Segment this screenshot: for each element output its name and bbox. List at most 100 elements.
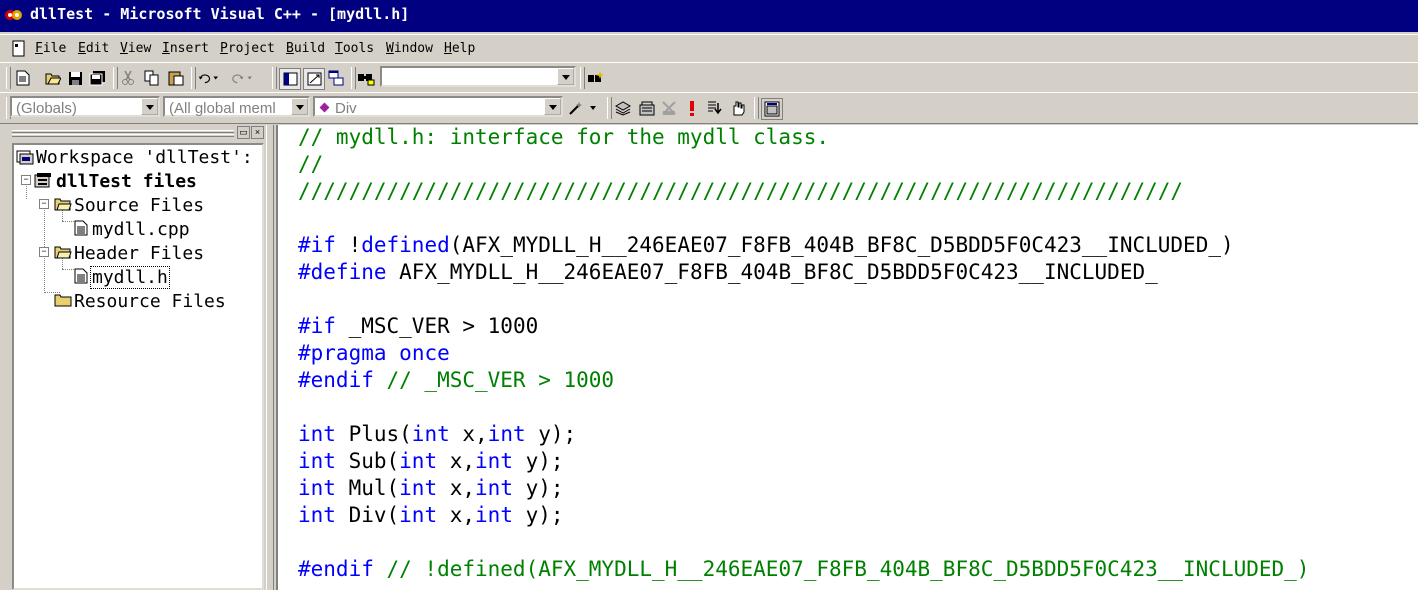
code-keyword: int xyxy=(475,503,513,527)
menu-help[interactable]: Help xyxy=(444,41,475,56)
redo-button[interactable] xyxy=(232,68,252,88)
go-icon xyxy=(708,101,722,115)
source-file-label[interactable]: mydll.cpp xyxy=(92,219,190,240)
menu-view[interactable]: View xyxy=(120,41,151,56)
chevron-down-icon[interactable] xyxy=(557,68,574,85)
restore-icon[interactable]: ▭ xyxy=(237,126,250,139)
editor-margin[interactable] xyxy=(278,125,296,590)
workspace-toggle-button[interactable] xyxy=(279,68,301,90)
code-line[interactable]: #if _MSC_VER > 1000 xyxy=(298,314,538,338)
code-text: y); xyxy=(512,476,564,500)
execute-icon xyxy=(690,101,694,116)
find-in-files-button[interactable] xyxy=(356,68,376,88)
go-button[interactable] xyxy=(704,98,724,118)
filter-combo[interactable]: (All global meml xyxy=(163,96,310,117)
save-all-icon xyxy=(89,71,105,86)
code-line[interactable]: int Mul(int x,int y); xyxy=(298,476,564,500)
workspace-pane: ▭ × Workspace 'dllTest': − dllTest files… xyxy=(8,125,266,590)
paste-button[interactable] xyxy=(166,68,186,88)
undo-button[interactable] xyxy=(198,68,218,88)
undo-icon xyxy=(198,74,218,84)
class-wizard-icon xyxy=(764,101,780,117)
paste-icon xyxy=(168,71,184,86)
code-line[interactable]: // mydll.h: interface for the mydll clas… xyxy=(298,125,829,149)
header-folder-label[interactable]: Header Files xyxy=(74,243,204,264)
class-combo[interactable]: (Globals) xyxy=(10,96,160,117)
collapse-icon[interactable]: − xyxy=(21,175,31,185)
find-combo[interactable] xyxy=(380,66,576,87)
document-menu-icon[interactable] xyxy=(12,39,26,59)
member-combo-value: Div xyxy=(335,100,357,117)
workspace-root-label[interactable]: Workspace 'dllTest': xyxy=(36,147,253,168)
project-label[interactable]: dllTest files xyxy=(56,171,197,192)
code-text: _MSC_VER > 1000 xyxy=(335,314,539,338)
source-folder-label[interactable]: Source Files xyxy=(74,195,204,216)
class-wizard-button[interactable] xyxy=(761,98,783,120)
code-text: (AFX_MYDLL_H__246EAE07_F8FB_404B_BF8C_D5… xyxy=(449,233,1234,257)
collapse-icon[interactable]: − xyxy=(39,247,49,257)
save-all-button[interactable] xyxy=(87,68,107,88)
find-button[interactable] xyxy=(586,68,606,88)
header-file-label[interactable]: mydll.h xyxy=(90,266,170,289)
new-text-file-icon xyxy=(16,70,30,86)
code-line[interactable]: #pragma once xyxy=(298,341,450,365)
menu-build[interactable]: Build xyxy=(286,41,325,56)
menu-tools[interactable]: Tools xyxy=(335,41,374,56)
stop-build-button[interactable] xyxy=(659,98,679,118)
member-function-icon xyxy=(319,102,330,113)
folder-open-icon xyxy=(54,246,72,259)
collapse-icon[interactable]: − xyxy=(39,199,49,209)
code-text: Mul( xyxy=(335,476,400,500)
code-line[interactable]: int Plus(int x,int y); xyxy=(298,422,576,446)
code-comment: ////////////////////////////////////////… xyxy=(298,179,1184,203)
code-keyword: int xyxy=(399,476,438,500)
code-comment: // mydll.h: interface for the mydll clas… xyxy=(298,125,830,149)
code-text: x, xyxy=(437,449,476,473)
workspace-pane-header[interactable]: ▭ × xyxy=(8,125,266,141)
chevron-down-icon[interactable] xyxy=(291,98,308,115)
code-line[interactable]: // xyxy=(298,152,323,176)
code-keyword: #define xyxy=(298,260,387,284)
code-text: y); xyxy=(512,449,564,473)
copy-button[interactable] xyxy=(142,68,162,88)
standard-toolbar xyxy=(0,62,1418,94)
output-toggle-button[interactable] xyxy=(303,68,325,90)
code-line[interactable]: #endif // _MSC_VER > 1000 xyxy=(298,368,614,392)
code-line[interactable]: #endif // !defined(AFX_MYDLL_H__246EAE07… xyxy=(298,557,1309,581)
menu-edit[interactable]: Edit xyxy=(78,41,109,56)
cut-button[interactable] xyxy=(118,68,138,88)
compile-button[interactable] xyxy=(613,98,633,118)
filter-combo-value: (All global meml xyxy=(169,100,276,117)
menu-window[interactable]: Window xyxy=(386,41,433,56)
new-text-file-button[interactable] xyxy=(13,68,33,88)
window-title: dllTest - Microsoft Visual C++ - [mydll.… xyxy=(30,5,410,23)
build-button[interactable] xyxy=(637,98,657,118)
code-line[interactable]: #if !defined(AFX_MYDLL_H__246EAE07_F8FB_… xyxy=(298,233,1234,257)
member-combo[interactable]: Div xyxy=(313,96,563,117)
window-list-button[interactable] xyxy=(326,68,346,88)
code-keyword: int xyxy=(298,422,336,446)
file-tree[interactable]: Workspace 'dllTest': − dllTest files − S… xyxy=(12,143,264,590)
code-line[interactable]: int Sub(int x,int y); xyxy=(298,449,564,473)
close-icon[interactable]: × xyxy=(251,126,264,139)
code-keyword: #if xyxy=(298,233,336,257)
wizard-action-button[interactable] xyxy=(567,98,599,118)
pane-splitter[interactable] xyxy=(266,125,274,590)
chevron-down-icon[interactable] xyxy=(544,98,561,115)
code-editor[interactable]: // mydll.h: interface for the mydll clas… xyxy=(276,125,1418,590)
code-line[interactable]: #define AFX_MYDLL_H__246EAE07_F8FB_404B_… xyxy=(298,260,1158,284)
breakpoint-button[interactable] xyxy=(728,98,748,118)
save-button[interactable] xyxy=(65,68,85,88)
menu-project[interactable]: Project xyxy=(220,41,275,56)
menu-file[interactable]: File xyxy=(35,41,66,56)
resource-folder-label[interactable]: Resource Files xyxy=(74,291,226,312)
menu-insert[interactable]: Insert xyxy=(162,41,209,56)
app-icon[interactable] xyxy=(5,8,23,22)
code-line[interactable]: ////////////////////////////////////////… xyxy=(298,179,1183,203)
find-in-files-icon xyxy=(358,74,375,86)
open-button[interactable] xyxy=(43,68,63,88)
execute-button[interactable] xyxy=(682,98,702,118)
toolbar-grip[interactable] xyxy=(6,67,11,89)
code-line[interactable]: int Div(int x,int y); xyxy=(298,503,564,527)
chevron-down-icon[interactable] xyxy=(141,98,158,115)
